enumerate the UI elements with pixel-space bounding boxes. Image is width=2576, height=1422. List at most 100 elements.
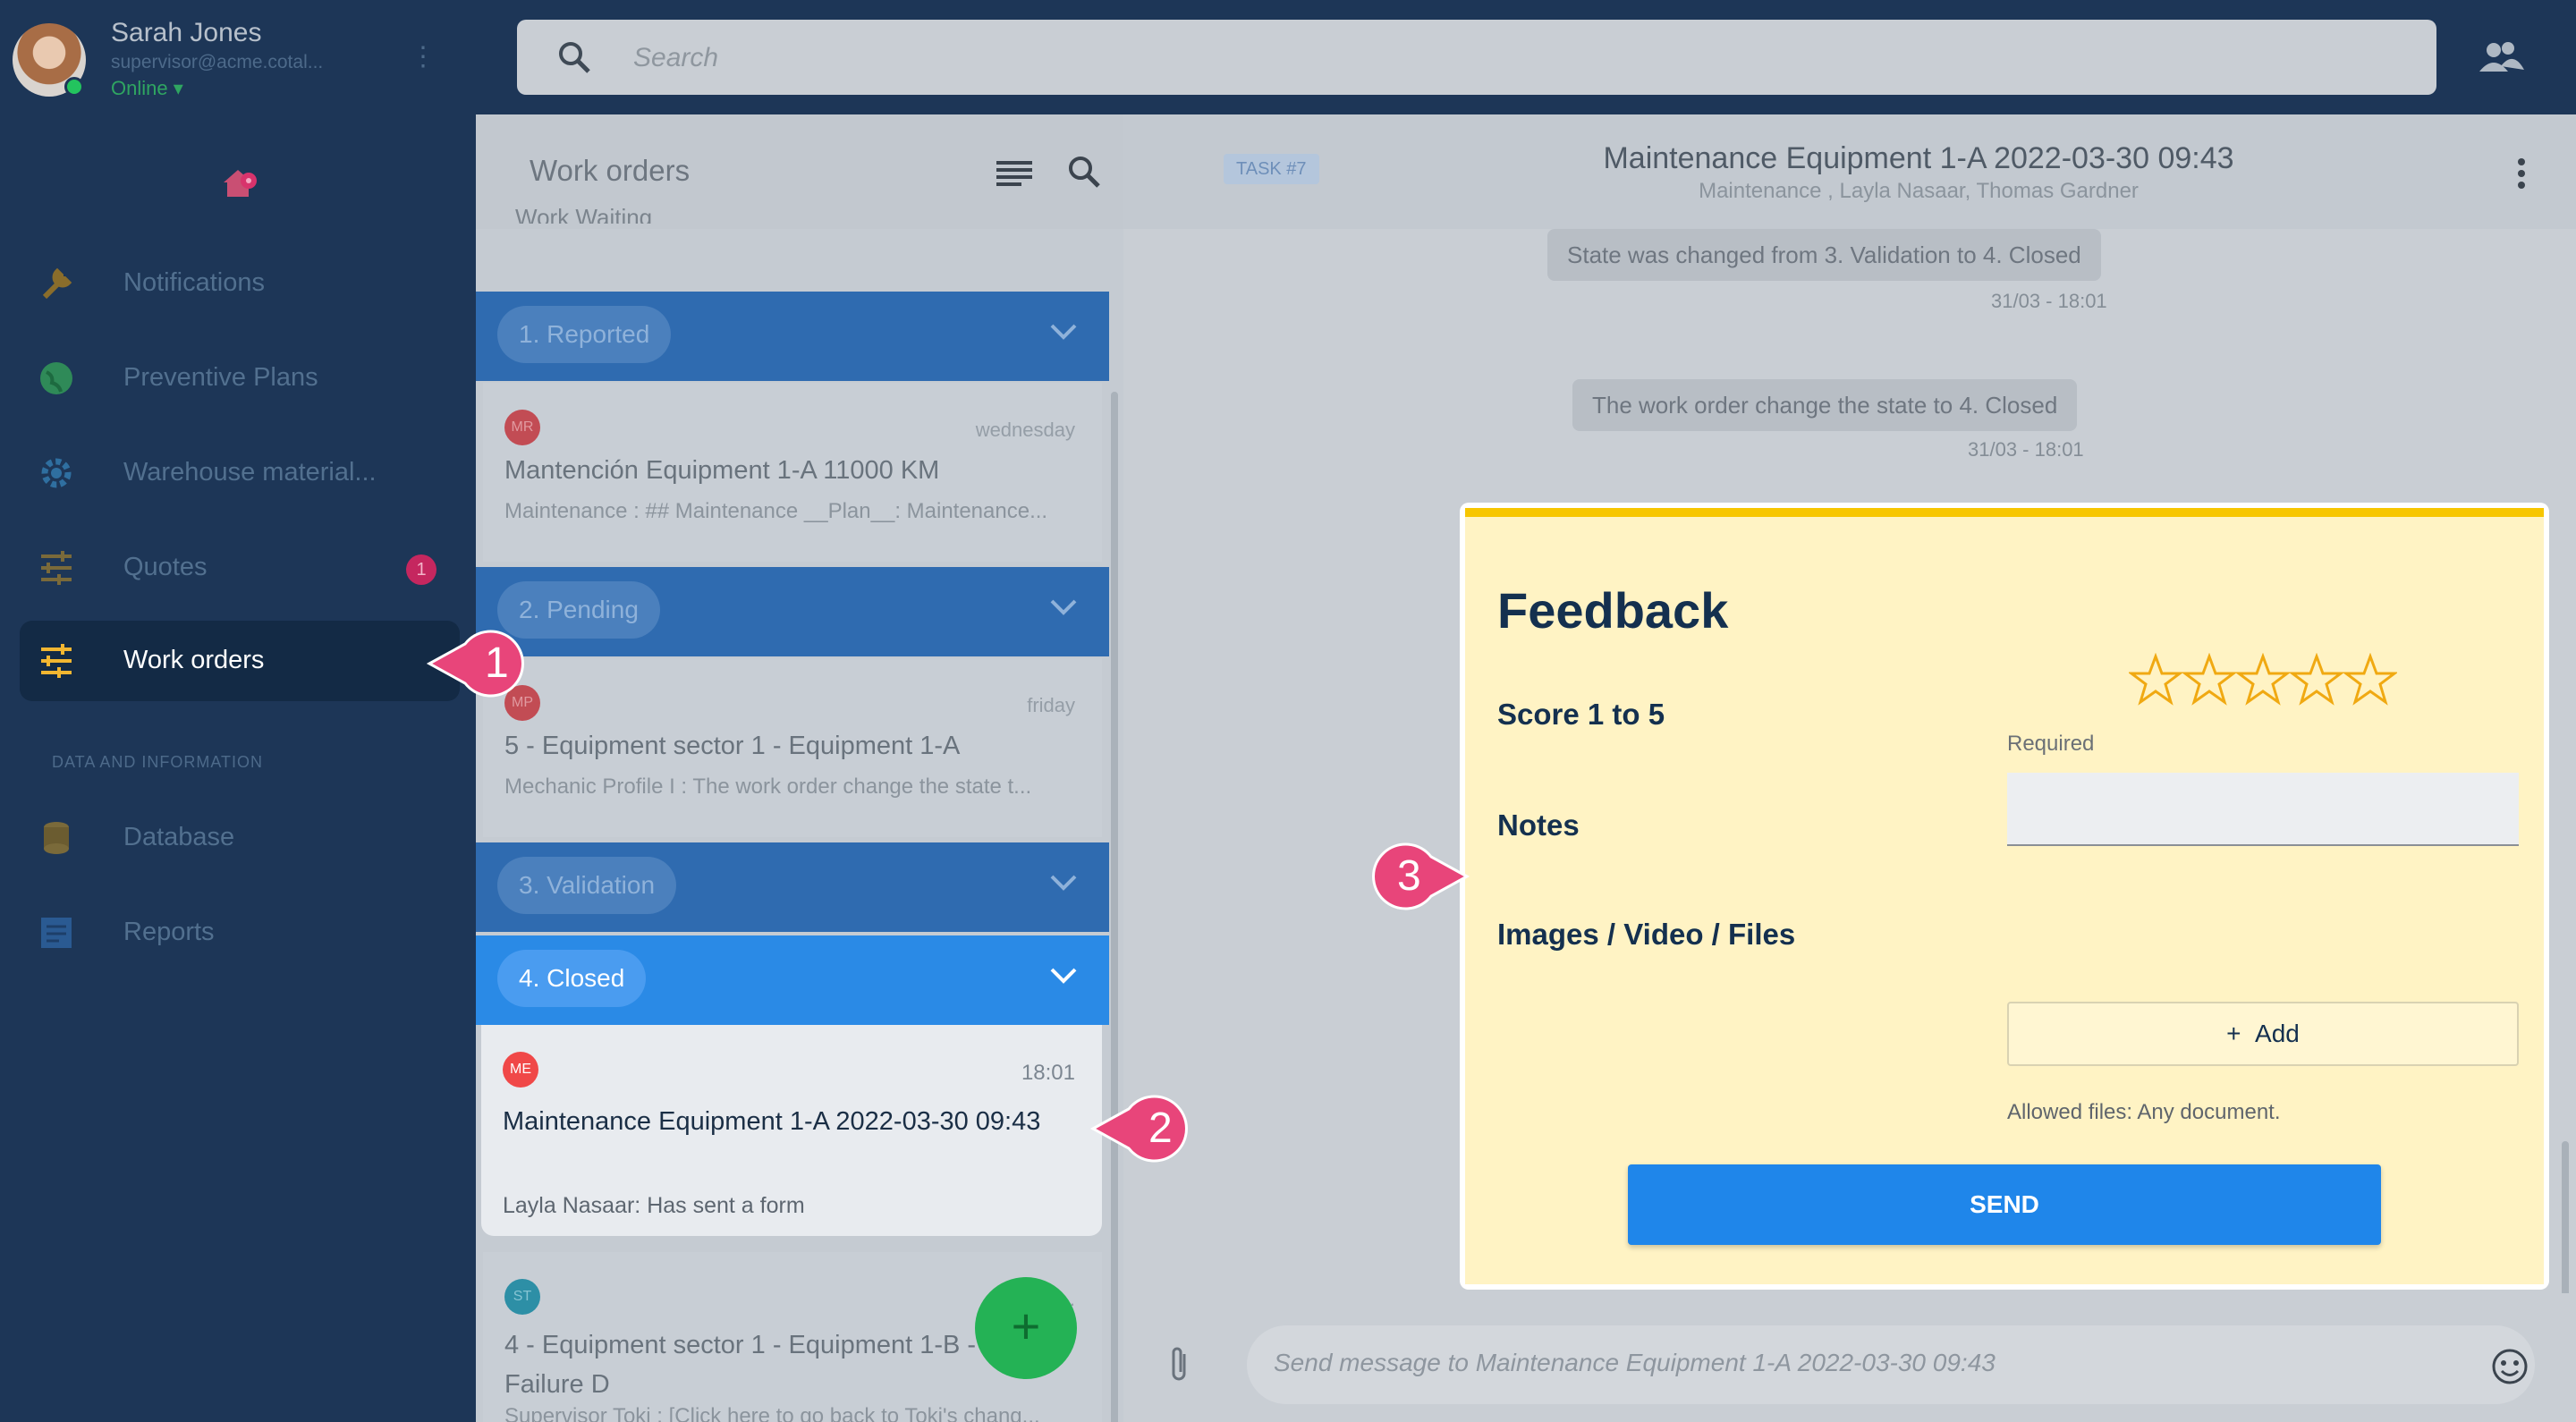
callout-number: 2 [1148,1105,1173,1152]
chevron-down-icon [1050,875,1077,891]
avatar: ME [503,1052,538,1088]
sidebar-item-label: Work orders [123,646,265,674]
list-item[interactable]: MP friday 5 - Equipment sector 1 - Equip… [483,658,1102,837]
required-hint: Required [2007,732,2095,756]
search-input[interactable]: Search [633,43,718,73]
user-email: supervisor@acme.cotal... [111,52,324,72]
chevron-down-icon [1050,324,1077,340]
user-status-label: Online [111,77,168,99]
sidebar-item-notifications[interactable]: Notifications [20,243,460,324]
feedback-form: Feedback Score 1 to 5 Required Notes Ima… [1460,503,2549,1290]
list-item-selected[interactable]: ME 18:01 Maintenance Equipment 1-A 2022-… [481,1025,1102,1236]
sidebar-item-label: Quotes [123,553,208,581]
sidebar-item-label: Warehouse material... [123,458,377,487]
group-reported[interactable]: 1. Reported [476,292,1109,381]
item-subtitle: Supervisor Toki : [Click here to go back… [504,1404,1040,1422]
chevron-down-icon [1050,968,1077,984]
scrollbar[interactable] [1111,392,1118,1422]
sidebar-item-label: Database [123,823,235,851]
people-icon[interactable] [2478,39,2524,75]
item-subtitle: Layla Nasaar: Has sent a form [503,1193,805,1218]
sliders-icon [41,644,72,678]
group-label: 4. Closed [497,950,647,1007]
message-input[interactable]: Send message to Maintenance Equipment 1-… [1247,1325,2535,1404]
presence-indicator [64,77,84,97]
globe-icon [40,362,72,394]
list-title: Work orders [530,154,691,187]
search-bar[interactable]: Search [517,20,2436,95]
emoji-icon[interactable] [2490,1347,2529,1386]
composer: Send message to Maintenance Equipment 1-… [1123,1293,2576,1422]
item-time: wednesday [975,419,1075,441]
item-title: 4 - Equipment sector 1 - Equipment 1-B -… [504,1331,977,1399]
home-icon[interactable] [220,165,259,200]
filter-list-icon[interactable] [995,159,1034,186]
sidebar-item-label: Preventive Plans [123,363,318,392]
sidebar-item-label: Reports [123,918,215,946]
user-status[interactable]: Online ▾ [111,77,183,100]
item-title: Maintenance Equipment 1-A 2022-03-30 09:… [503,1107,1041,1136]
files-label: Images / Video / Files [1497,918,1796,951]
add-file-button-content: + Add [2009,1003,2517,1064]
callout-marker-3: 3 [1356,839,1470,914]
star-icon[interactable] [2290,653,2343,707]
star-icon[interactable] [2236,653,2290,707]
star-icon[interactable] [2129,653,2182,707]
group-label: 1. Reported [497,306,672,363]
callout-marker-1: 1 [426,626,540,701]
user-name: Sarah Jones [111,18,262,47]
attach-icon[interactable] [1166,1343,1191,1386]
avatar: ST [504,1279,540,1315]
sliders-icon [41,551,72,585]
group-pending[interactable]: 2. Pending [476,567,1109,656]
chat-header: TASK #7 Maintenance Equipment 1-A 2022-0… [1123,114,2576,229]
quotes-count-badge: 1 [406,554,436,585]
callout-marker-2: 2 [1089,1091,1204,1166]
notes-field[interactable] [2007,773,2519,846]
list-item[interactable]: MR wednesday Mantención Equipment 1-A 11… [483,383,1102,562]
callout-number: 1 [485,639,509,687]
message-placeholder: Send message to Maintenance Equipment 1-… [1274,1349,1996,1376]
user-profile[interactable]: Sarah Jones supervisor@acme.cotal... Onl… [0,0,476,114]
system-message: State was changed from 3. Validation to … [1547,229,2101,281]
send-button[interactable]: SEND [1628,1164,2381,1245]
sidebar-item-database[interactable]: Database [20,798,460,878]
plus-icon: + [2226,1020,2241,1047]
group-closed[interactable]: 4. Closed [476,935,1109,1025]
star-rating[interactable] [2129,653,2397,711]
allowed-files-hint: Allowed files: Any document. [2007,1100,2281,1124]
search-icon[interactable] [1066,154,1102,190]
sidebar-item-warehouse[interactable]: Warehouse material... [20,433,460,513]
item-subtitle: Mechanic Profile I : The work order chan… [504,774,1032,799]
message-time: 31/03 - 18:01 [1968,438,2084,461]
sidebar-item-work-orders[interactable]: Work orders [20,621,460,701]
add-label: Add [2255,1020,2300,1047]
add-work-order-button[interactable]: + [975,1277,1077,1379]
sidebar-item-preventive-plans[interactable]: Preventive Plans [20,338,460,419]
star-icon[interactable] [2182,653,2236,707]
section-title: DATA AND INFORMATION [52,753,264,771]
score-label: Score 1 to 5 [1497,698,1665,731]
notes-label: Notes [1497,808,1580,842]
sidebar: Sarah Jones supervisor@acme.cotal... Onl… [0,0,476,1422]
sidebar-item-quotes[interactable]: Quotes 1 [20,528,460,608]
gear-icon [41,458,72,488]
chevron-down-icon [1050,599,1077,615]
star-icon[interactable] [2343,653,2397,707]
callout-number: 3 [1397,852,1421,900]
more-vertical-icon[interactable] [2517,157,2526,190]
search-icon [559,42,590,73]
group-validation[interactable]: 3. Validation [476,842,1109,932]
database-icon [44,822,69,854]
sidebar-item-reports[interactable]: Reports [20,893,460,973]
group-label: 3. Validation [497,857,677,914]
work-orders-panel: Work orders Work Waiting 1. Reported MR … [476,114,1123,1422]
chat-participants: Maintenance , Layla Nasaar, Thomas Gardn… [1699,179,2139,203]
message-time: 31/03 - 18:01 [1991,290,2107,312]
add-file-button[interactable]: + Add [2007,1002,2519,1066]
form-title: Feedback [1497,582,1729,639]
user-menu-icon[interactable]: ⋮ [410,41,436,72]
system-message: The work order change the state to 4. Cl… [1572,379,2078,431]
sidebar-item-label: Notifications [123,268,265,297]
chat-title: Maintenance Equipment 1-A 2022-03-30 09:… [1603,141,2234,175]
